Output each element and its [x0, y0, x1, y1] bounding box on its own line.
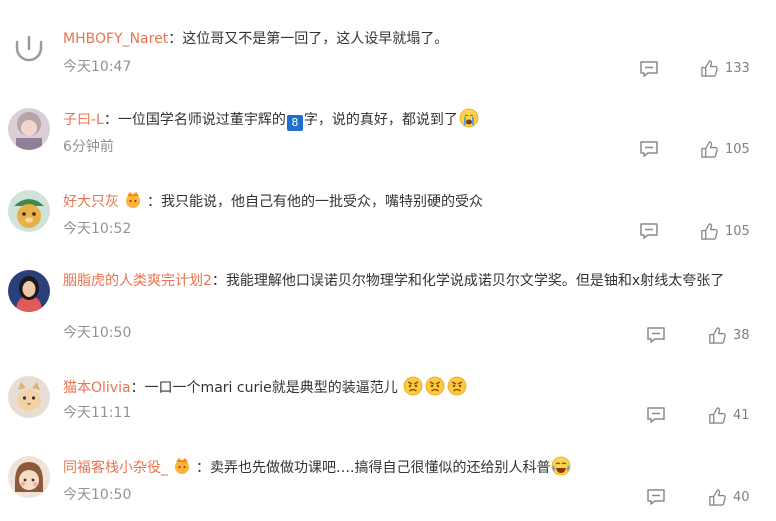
cat-photo	[8, 376, 50, 418]
reply-icon[interactable]	[646, 488, 666, 506]
default-avatar-icon	[15, 35, 43, 62]
username[interactable]: MHBOFY_Naret	[63, 31, 168, 47]
reply-icon[interactable]	[639, 60, 659, 78]
comment-item: 子曰-L：一位国学名师说过董宇辉的 8 字，说的真好，都说到了 6分钟前 105	[0, 90, 776, 174]
comment-text: 一位国学名师说过董宇辉的	[117, 112, 286, 128]
separator: ：	[103, 112, 118, 128]
avatar[interactable]	[8, 108, 50, 150]
orange-fan-badge-icon	[126, 192, 140, 208]
like-button[interactable]: 38	[708, 326, 750, 345]
comment-item: MHBOFY_Naret：这位哥又不是第一回了，这人设早就塌了。 今天10:47…	[0, 0, 776, 90]
comment-text: 我能理解他口误诺贝尔物理学和化学说成诺贝尔文学奖。但是铀和x射线太夸张了	[225, 273, 725, 289]
separator: ：	[147, 194, 161, 210]
reply-icon[interactable]	[639, 222, 659, 240]
comment-time: 今天10:52	[63, 221, 132, 237]
comment-text: 一口一个mari curie就是典型的装逼范儿	[144, 380, 398, 396]
angry-face-icon	[447, 376, 467, 396]
comment-text: 我只能说，他自己有他的一批受众，嘴特别硬的受众	[161, 194, 483, 210]
avatar[interactable]	[8, 190, 50, 232]
comment-time: 6分钟前	[63, 139, 114, 155]
username[interactable]: 胭脂虎的人类爽完计划2	[63, 273, 212, 289]
avatar[interactable]	[8, 270, 50, 312]
separator: ：	[130, 380, 145, 396]
thumbs-up-icon	[701, 60, 718, 77]
like-button[interactable]: 105	[700, 222, 750, 241]
comment-text: 字，说的真好，都说到了	[303, 112, 458, 128]
orange-fan-badge-icon	[175, 458, 189, 474]
thumbs-up-icon	[709, 327, 726, 344]
comment-list: MHBOFY_Naret：这位哥又不是第一回了，这人设早就塌了。 今天10:47…	[0, 0, 776, 521]
comment-time: 今天10:50	[63, 487, 132, 503]
like-count: 133	[725, 61, 750, 76]
number-8-emoji: 8	[286, 115, 303, 131]
separator: ：	[196, 460, 210, 476]
reply-icon[interactable]	[639, 140, 659, 158]
comment-time: 今天10:47	[63, 59, 132, 75]
thumbs-up-icon	[709, 489, 726, 506]
username[interactable]: 子曰-L	[63, 112, 104, 128]
like-button[interactable]: 105	[700, 140, 750, 159]
cartoon-girl	[8, 456, 50, 498]
thumbs-up-icon	[701, 141, 718, 158]
avatar[interactable]	[8, 376, 50, 418]
crying-face-icon	[459, 108, 479, 128]
username[interactable]: 好大只灰	[63, 194, 119, 210]
comment-time: 今天11:11	[63, 405, 132, 421]
like-count: 40	[733, 490, 750, 505]
comment-item: 胭脂虎的人类爽完计划2：我能理解他口误诺贝尔物理学和化学说成诺贝尔文学奖。但是铀…	[0, 256, 776, 360]
woman-photo	[8, 270, 50, 312]
thumbs-up-icon	[701, 223, 718, 240]
separator: ：	[168, 31, 183, 47]
angry-face-icon	[403, 376, 423, 396]
angry-face-icon	[425, 376, 445, 396]
girl-photo	[8, 108, 50, 150]
like-count: 105	[725, 142, 750, 157]
reply-icon[interactable]	[646, 406, 666, 424]
thumbs-up-icon	[709, 407, 726, 424]
comment-item: 猫本Olivia：一口一个mari curie就是典型的装逼范儿 今天11:11…	[0, 360, 776, 440]
like-count: 105	[725, 224, 750, 239]
avatar[interactable]	[8, 28, 50, 70]
like-button[interactable]: 133	[700, 59, 750, 78]
like-count: 38	[733, 328, 750, 343]
like-button[interactable]: 41	[708, 406, 750, 425]
username[interactable]: 猫本Olivia	[63, 380, 131, 396]
comment-time: 今天10:50	[63, 325, 132, 341]
separator: ：	[211, 273, 226, 289]
comment-item: 好大只灰 ：我只能说，他自己有他的一批受众，嘴特别硬的受众 今天10:52 105	[0, 174, 776, 256]
avatar[interactable]	[8, 456, 50, 498]
comment-item: 同福客栈小杂役_ ：卖弄也先做做功课吧….搞得自己很懂似的还给别人科普 今天10:…	[0, 440, 776, 521]
reply-icon[interactable]	[646, 326, 666, 344]
comment-text: 卖弄也先做做功课吧….搞得自己很懂似的还给别人科普	[210, 460, 551, 476]
comment-text: 这位哥又不是第一回了，这人设早就塌了。	[182, 31, 449, 47]
username[interactable]: 同福客栈小杂役_	[63, 460, 168, 476]
like-count: 41	[733, 408, 750, 423]
laughing-tears-face-icon	[552, 456, 571, 476]
like-button[interactable]: 40	[708, 488, 750, 507]
cartoon-bear	[8, 190, 50, 232]
